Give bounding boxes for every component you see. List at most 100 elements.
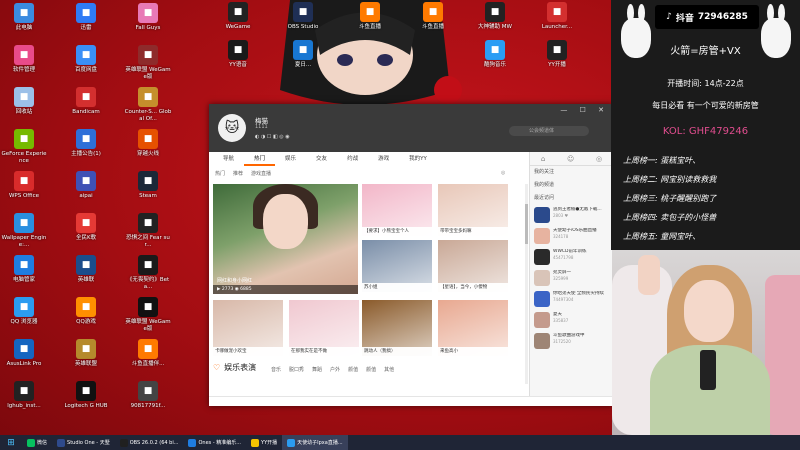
desktop-icon[interactable]: ■ 全民K歌: [62, 213, 110, 242]
desktop-icon[interactable]: ■ 英雄联: [62, 255, 110, 284]
section-tab[interactable]: 颜值: [348, 366, 358, 373]
desktop-icon[interactable]: ■ 《无畏契约》Beta...: [124, 255, 172, 291]
sidebar-menu-item[interactable]: 我的关注: [530, 166, 613, 179]
desktop-icon[interactable]: ■ 穿越火线: [124, 129, 172, 158]
desktop-icon[interactable]: ■ 英雄联盟: [62, 339, 110, 368]
desktop-icon[interactable]: ■ aipai: [62, 171, 110, 200]
channel-search-input[interactable]: 公会频道体: [509, 126, 589, 136]
desktop-icon[interactable]: ■ Launcher...: [533, 2, 581, 31]
desktop-icon[interactable]: ■ GeForce Experience: [0, 129, 48, 165]
section-tab[interactable]: 颜值: [366, 366, 376, 373]
desktop-icon[interactable]: ■ OBS Studio: [279, 2, 327, 31]
taskbar-item[interactable]: YY开播: [246, 435, 282, 450]
desktop-icon[interactable]: ■ 大神辅助 MW: [471, 2, 519, 31]
taskbar-item[interactable]: Ones - 精准编乐...: [183, 435, 246, 450]
desktop-icon[interactable]: ■ Fall Guys: [124, 3, 172, 32]
room-item[interactable]: 夏天 335837: [530, 310, 613, 331]
room-item[interactable]: 你哈弟天使 全频民尖持续 74497304: [530, 289, 613, 310]
room-item[interactable]: 天使幼子iOS乐曲直播 324178: [530, 226, 613, 247]
window-controls[interactable]: — ☐ ✕: [560, 106, 609, 114]
section-tab[interactable]: 音乐: [271, 366, 281, 373]
stream-thumbnail[interactable]: 在那我实在是不做: [289, 300, 359, 356]
taskbar-item[interactable]: Studio One - 天墅: [52, 435, 115, 450]
desktop-icon[interactable]: ■ YY语音: [214, 40, 262, 69]
desktop-icon[interactable]: ■ Bandicam: [62, 87, 110, 116]
section-tab[interactable]: 舞蹈: [312, 366, 322, 373]
desktop-icon[interactable]: ■ Steam: [124, 171, 172, 200]
desktop-icon-label: 软件管理: [12, 67, 35, 73]
desktop-icon[interactable]: ■ 此电脑: [0, 3, 48, 32]
desktop-icon[interactable]: ■ 夏日...: [279, 40, 327, 69]
room-text: 斗鱼歌曲游戏中 3172520: [553, 333, 611, 345]
desktop-icon[interactable]: ■ lghub_inst...: [0, 381, 48, 410]
desktop-icon[interactable]: ■ 电脑管家: [0, 255, 48, 284]
desktop-icon[interactable]: ■ QQ游戏: [62, 297, 110, 326]
nav-tab[interactable]: 约战: [337, 152, 368, 166]
nav-tab[interactable]: 我的YY: [399, 152, 437, 166]
desktop-icon[interactable]: ■ 软件管理: [0, 45, 48, 74]
scrollbar-thumb[interactable]: [525, 204, 528, 244]
desktop-icon[interactable]: ■ 酷狗音乐: [471, 40, 519, 69]
refresh-icon[interactable]: ◎: [501, 170, 505, 176]
desktop-icon[interactable]: ■ 英雄联盟 WeGame版: [124, 297, 172, 333]
user-avatar[interactable]: 🐱: [218, 114, 246, 142]
room-item[interactable]: 斗鱼歌曲游戏中 3172520: [530, 331, 613, 352]
sub-tab[interactable]: 热门: [215, 170, 225, 177]
sidebar-tab[interactable]: ☺: [567, 155, 574, 163]
section-tab[interactable]: 脱口秀: [289, 366, 304, 373]
room-item[interactable]: 宛灵屏一 325999: [530, 268, 613, 289]
sub-tab[interactable]: 推荐: [233, 170, 243, 177]
desktop-icon[interactable]: ■ 回收站: [0, 87, 48, 116]
scrollbar[interactable]: [525, 184, 528, 384]
desktop-icon[interactable]: ■ 主播公告(1): [62, 129, 110, 158]
desktop-icon[interactable]: ■ 斗鱼直播: [346, 2, 394, 31]
stream-thumbnail[interactable]: 跳动人（我搞）: [362, 300, 432, 356]
section-tab[interactable]: 其他: [384, 366, 394, 373]
stream-thumbnail[interactable]: 【星语】，当今，小傻物: [438, 240, 508, 292]
stream-thumbnail[interactable]: 苏小姐: [362, 240, 432, 292]
nav-tab[interactable]: 娱乐: [275, 152, 306, 166]
desktop-icon[interactable]: ■ WeGame: [214, 2, 262, 31]
sidebar-menu-item[interactable]: 最近访问: [530, 192, 613, 205]
stream-thumbnail[interactable]: 来鱼高小: [438, 300, 508, 356]
desktop-icon[interactable]: ■ 斗鱼直播伴...: [124, 339, 172, 368]
sub-tab[interactable]: 游戏直播: [251, 170, 271, 177]
yy-client-window[interactable]: 🐱 梅猫 1111 ◐ ◑ ☐ ◧ ◎ ◉ 公会频道体 — ☐ ✕ 导航 热门 娱乐…: [209, 104, 613, 406]
desktop-icon[interactable]: ■ AsusLink Pro: [0, 339, 48, 368]
desktop-icon[interactable]: ■ 90817791f...: [124, 381, 172, 410]
windows-start-icon[interactable]: ⊞: [0, 435, 22, 450]
sidebar-menu-item[interactable]: 我的频道: [530, 179, 613, 192]
nav-tab[interactable]: 交友: [306, 152, 337, 166]
room-id: 72946285: [697, 12, 748, 22]
desktop-icon[interactable]: ■ Counter-S... Global Of...: [124, 87, 172, 123]
featured-stream-thumbnail[interactable]: 网红和身小网红 ▶ 2773 ◉ 6885: [213, 184, 358, 294]
stream-thumbnail[interactable]: 带带宝宝多妈嘛: [438, 184, 508, 236]
nav-tab[interactable]: 游戏: [368, 152, 399, 166]
desktop-icon[interactable]: ■ YY开播: [533, 40, 581, 69]
stream-thumbnail[interactable]: 卡哪做宠小欢宝: [213, 300, 283, 356]
desktop-icon[interactable]: ■ 迅雷: [62, 3, 110, 32]
desktop-icon[interactable]: ■ 百度网盘: [62, 45, 110, 74]
desktop-icon[interactable]: ■ 英雄联盟 WeGame版: [124, 45, 172, 81]
sidebar-tab[interactable]: ◎: [596, 155, 602, 163]
room-item[interactable]: WWCD前年训练 45471798: [530, 247, 613, 268]
sidebar-tab[interactable]: ⌂: [541, 155, 545, 163]
room-item[interactable]: 逃到王者榆●无敌下载... 2803 ♥: [530, 205, 613, 226]
nav-tab[interactable]: 热门: [244, 152, 276, 166]
desktop-icon[interactable]: ■ 恐惧之间 Fear sur...: [124, 213, 172, 249]
stream-thumbnail[interactable]: 【要求】小熊宝宝个人: [362, 184, 432, 236]
nav-tab[interactable]: 导航: [213, 152, 244, 166]
desktop-icon[interactable]: ■ Wallpaper Engine:...: [0, 213, 48, 249]
section-tab[interactable]: 户外: [330, 366, 340, 373]
desktop-icon[interactable]: ■ Logitech G HUB: [62, 381, 110, 410]
desktop-icon-label: Counter-S... Global Of...: [124, 109, 172, 122]
desktop-icon[interactable]: ■ QQ 浏览器: [0, 297, 48, 326]
taskbar-item[interactable]: OBS 26.0.2 (64 bi...: [115, 435, 184, 450]
desktop-icon[interactable]: ■ 斗鱼直播: [409, 2, 457, 31]
file-icon: ■: [138, 381, 158, 401]
desktop-icon-label: Launcher...: [541, 24, 573, 30]
taskbar-item[interactable]: 天使幼子Ipxa直播...: [282, 435, 348, 450]
taskbar-item[interactable]: 微信: [22, 435, 52, 450]
desktop-icon[interactable]: ■ WPS Office: [0, 171, 48, 200]
computer-icon: ■: [14, 3, 34, 23]
